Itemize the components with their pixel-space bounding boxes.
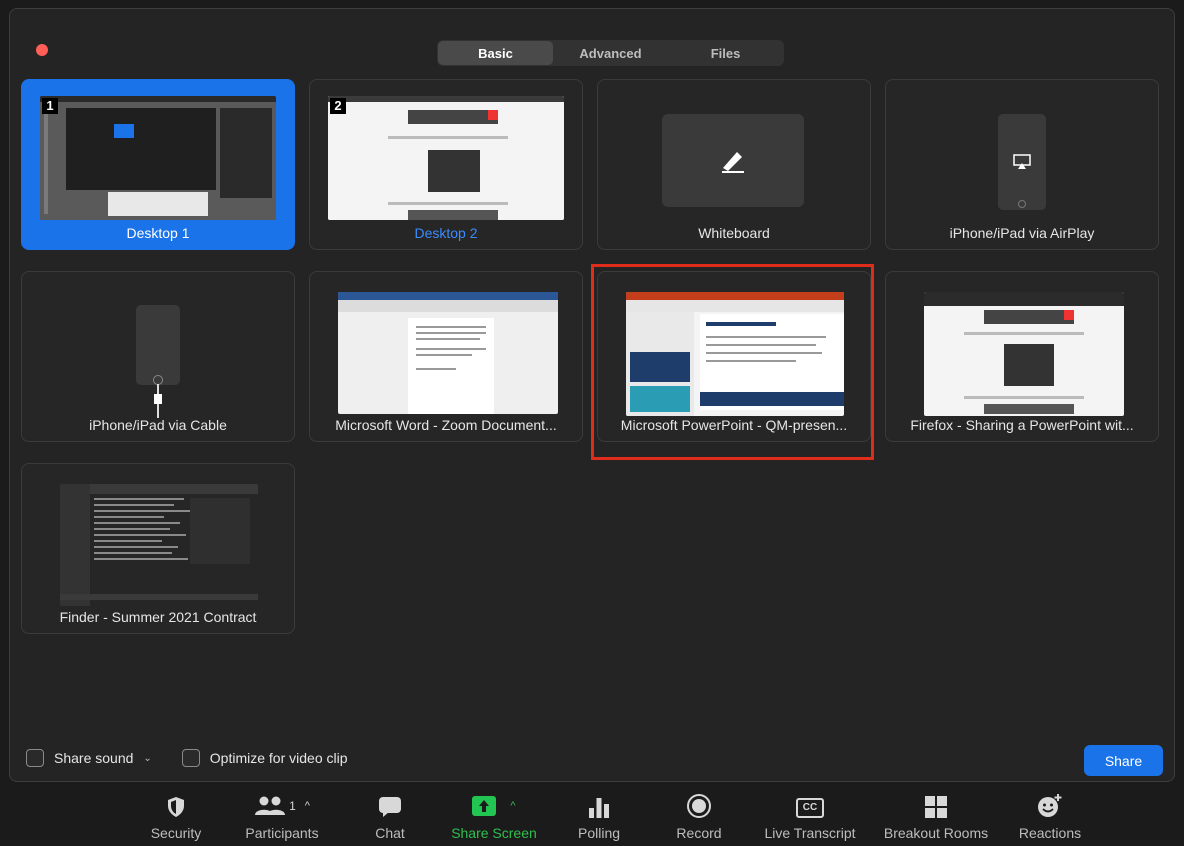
optimize-video-option[interactable]: Optimize for video clip	[181, 749, 348, 767]
security-label: Security	[150, 825, 202, 841]
chevron-up-icon[interactable]: ^	[305, 800, 310, 812]
share-tile-airplay[interactable]: iPhone/iPad via AirPlay	[885, 79, 1159, 250]
participants-icon	[255, 796, 286, 815]
chevron-up-icon[interactable]: ^	[510, 800, 515, 812]
cable-icon	[154, 384, 162, 418]
chat-button[interactable]: Chat	[370, 782, 410, 846]
airplay-label: iPhone/iPad via AirPlay	[949, 225, 1095, 241]
record-icon	[687, 794, 711, 818]
participants-label: Participants	[245, 825, 319, 841]
finder-label: Finder - Summer 2021 Contract	[59, 609, 257, 625]
optimize-video-label: Optimize for video clip	[209, 750, 348, 766]
reactions-button[interactable]: Reactions	[1014, 782, 1086, 846]
phone-airplay-thumbnail	[998, 114, 1046, 210]
security-button[interactable]: Security	[151, 782, 201, 846]
live-transcript-label: Live Transcript	[764, 825, 856, 841]
share-tile-finder[interactable]: Finder - Summer 2021 Contract	[21, 463, 295, 634]
share-tile-powerpoint[interactable]: Microsoft PowerPoint - QM-presen...	[597, 271, 871, 442]
share-button[interactable]: Share	[1084, 745, 1163, 776]
share-tile-desktop-1[interactable]: 1 Desktop 1	[21, 79, 295, 250]
share-tile-firefox[interactable]: Firefox - Sharing a PowerPoint wit...	[885, 271, 1159, 442]
live-transcript-button[interactable]: CC Live Transcript	[758, 782, 862, 846]
chevron-down-icon[interactable]: ⌄	[143, 753, 151, 764]
desktop-2-badge: 2	[330, 98, 346, 114]
desktop-1-label: Desktop 1	[126, 225, 190, 241]
airplay-icon	[1013, 154, 1031, 169]
firefox-thumbnail	[924, 292, 1124, 416]
share-tile-cable[interactable]: iPhone/iPad via Cable	[21, 271, 295, 442]
share-sound-option[interactable]: Share sound ⌄	[26, 749, 152, 767]
share-tabs: Basic Advanced Files	[437, 40, 784, 66]
close-window-button[interactable]	[36, 44, 48, 56]
polling-label: Polling	[577, 825, 621, 841]
smiley-plus-icon	[1038, 794, 1062, 817]
pen-icon	[722, 152, 744, 173]
tab-basic[interactable]: Basic	[438, 41, 553, 65]
finder-thumbnail	[60, 484, 258, 606]
whiteboard-label: Whiteboard	[698, 225, 770, 241]
word-thumbnail	[338, 292, 558, 414]
record-label: Record	[676, 825, 722, 841]
reactions-label: Reactions	[1018, 825, 1082, 841]
cable-label: iPhone/iPad via Cable	[89, 417, 227, 433]
share-screen-icon	[472, 796, 497, 816]
desktop-1-badge: 1	[42, 98, 58, 114]
share-screen-label: Share Screen	[451, 825, 537, 841]
shield-icon	[168, 797, 184, 817]
participants-button[interactable]: 1 ^ Participants	[239, 782, 325, 846]
desktop-1-thumbnail: 1	[40, 96, 276, 220]
phone-cable-thumbnail	[136, 305, 180, 385]
breakout-rooms-button[interactable]: Breakout Rooms	[879, 782, 993, 846]
word-label: Microsoft Word - Zoom Document...	[335, 417, 557, 433]
closed-caption-icon: CC	[796, 798, 824, 818]
chat-label: Chat	[375, 825, 405, 841]
share-options: Share sound ⌄ Optimize for video clip	[26, 749, 378, 767]
chat-bubble-icon	[379, 797, 401, 817]
powerpoint-label: Microsoft PowerPoint - QM-presen...	[620, 417, 848, 433]
share-sound-checkbox[interactable]	[26, 749, 44, 767]
tab-advanced[interactable]: Advanced	[553, 41, 668, 65]
share-screen-button[interactable]: ^ Share Screen	[447, 782, 541, 846]
record-button[interactable]: Record	[674, 782, 724, 846]
share-sound-label: Share sound	[54, 750, 134, 766]
share-tile-whiteboard[interactable]: Whiteboard	[597, 79, 871, 250]
whiteboard-thumbnail	[662, 114, 804, 207]
powerpoint-thumbnail	[626, 292, 844, 416]
meeting-toolbar: Security 1 ^ Participants Chat ^ Share S…	[0, 782, 1184, 846]
firefox-label: Firefox - Sharing a PowerPoint wit...	[910, 417, 1134, 433]
breakout-rooms-label: Breakout Rooms	[883, 825, 989, 841]
share-tile-desktop-2[interactable]: 2 Desktop 2	[309, 79, 583, 250]
bar-chart-icon	[589, 798, 609, 818]
participants-count: 1	[289, 799, 296, 813]
share-tile-word[interactable]: Microsoft Word - Zoom Document...	[309, 271, 583, 442]
desktop-2-label: Desktop 2	[414, 225, 478, 241]
optimize-video-checkbox[interactable]	[181, 749, 200, 767]
polling-button[interactable]: Polling	[575, 782, 623, 846]
desktop-2-thumbnail: 2	[328, 96, 564, 220]
tab-files[interactable]: Files	[668, 41, 783, 65]
breakout-rooms-icon	[925, 796, 947, 818]
